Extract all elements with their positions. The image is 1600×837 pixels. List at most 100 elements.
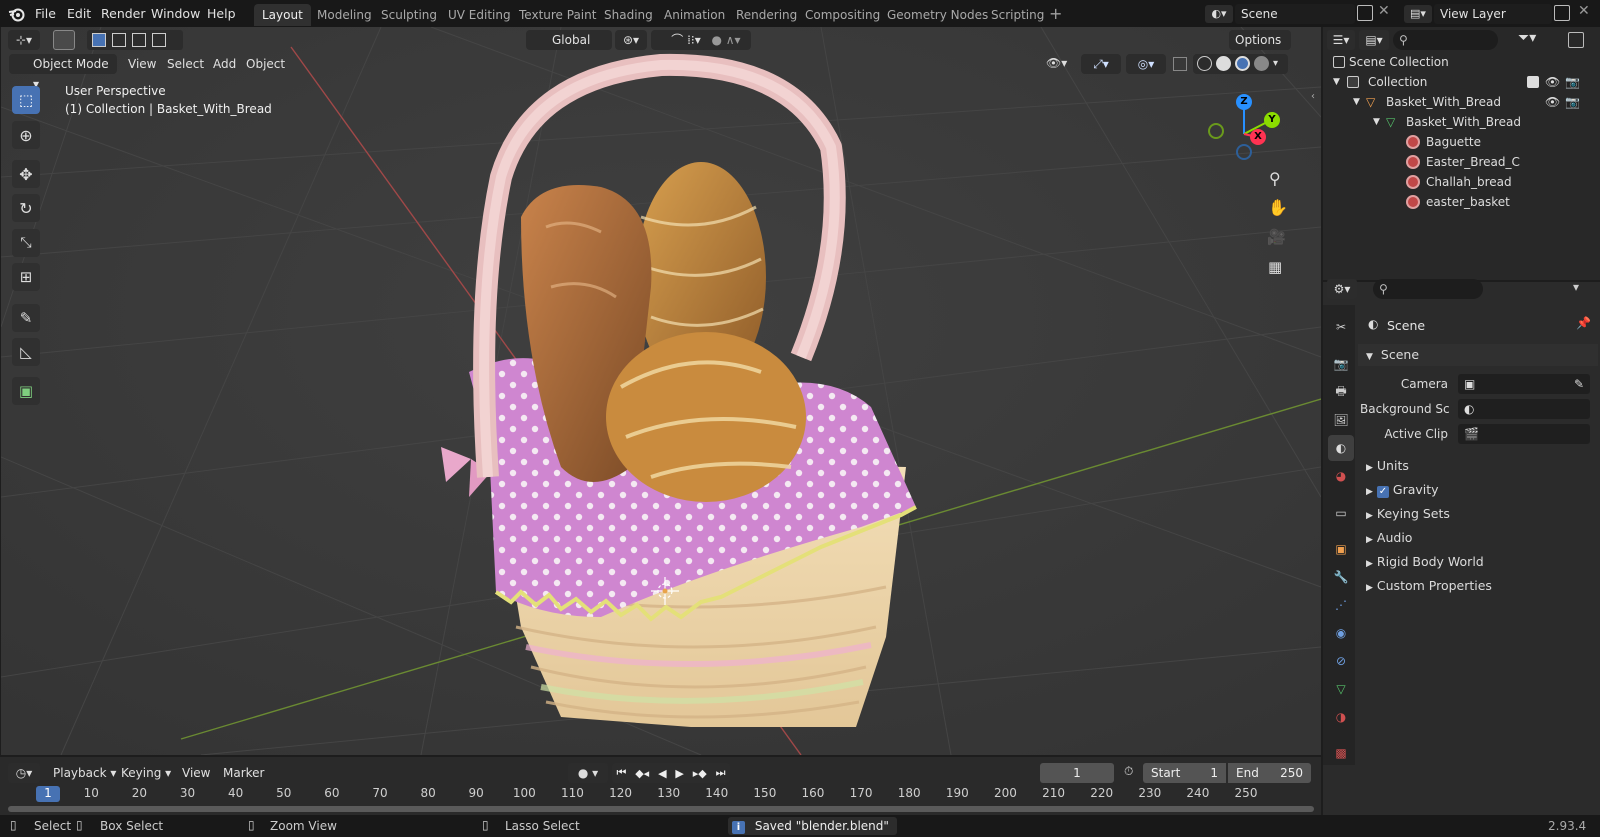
- solid-shading-icon[interactable]: [1216, 56, 1231, 71]
- perspective-toggle-icon[interactable]: ▦: [1268, 258, 1282, 276]
- outliner-row-mesh[interactable]: ▼ ▽ Basket_With_Bread: [1323, 112, 1600, 132]
- outliner-search-field[interactable]: ⚲: [1393, 30, 1498, 50]
- play-reverse-icon[interactable]: ◀: [658, 767, 666, 780]
- sidebar-toggle-icon[interactable]: ‹: [1311, 91, 1315, 102]
- zoom-icon[interactable]: ⚲: [1269, 169, 1281, 188]
- outliner-editor-type-icon[interactable]: ☰▾: [1327, 30, 1355, 50]
- scene-tab-icon[interactable]: ◐: [1328, 435, 1354, 461]
- pivot-point-icon[interactable]: ⊛▾: [615, 30, 647, 50]
- proportional-edit-icon[interactable]: ● ∧▾: [701, 30, 751, 50]
- tab-texture-paint[interactable]: Texture Paint: [511, 4, 604, 26]
- remove-scene-icon[interactable]: ✕: [1378, 3, 1390, 19]
- gravity-panel-header[interactable]: ▶ ✓ Gravity: [1358, 479, 1598, 501]
- outliner-row-collection[interactable]: ▼ Collection 👁 📷: [1323, 72, 1600, 92]
- outliner-row-object[interactable]: ▼ ▽ Basket_With_Bread 👁 📷: [1323, 92, 1600, 112]
- visibility-icon[interactable]: 👁▾: [1046, 56, 1067, 70]
- playback-controls[interactable]: ⏮ ◆◂ ◀ ▶ ▸◆ ⏭: [612, 763, 730, 783]
- physics-tab-icon[interactable]: ◉: [1328, 620, 1354, 646]
- timeline-marker-menu[interactable]: Marker: [218, 763, 269, 783]
- jump-end-icon[interactable]: ⏭: [716, 766, 726, 780]
- wireframe-shading-icon[interactable]: [1197, 56, 1212, 71]
- end-frame-field[interactable]: End 250: [1228, 763, 1311, 783]
- shading-options-icon[interactable]: ▾: [1273, 56, 1278, 72]
- eyedropper-icon[interactable]: ✎: [1574, 374, 1584, 394]
- transform-orientation-dropdown[interactable]: Global: [526, 30, 612, 50]
- view-layer-icon[interactable]: ▤▾: [1404, 5, 1432, 23]
- add-cube-tool[interactable]: ▣: [12, 377, 40, 405]
- render-tab-icon[interactable]: 📷: [1328, 351, 1354, 377]
- keying-sets-panel-header[interactable]: ▶ Keying Sets: [1358, 503, 1598, 525]
- prev-keyframe-icon[interactable]: ◆◂: [635, 767, 649, 780]
- filter-icon[interactable]: ⏷▾: [1518, 30, 1536, 46]
- select-new-icon[interactable]: [92, 33, 106, 47]
- menu-select[interactable]: Select: [162, 54, 209, 74]
- timeline-editor-type-icon[interactable]: ◷▾: [8, 763, 40, 783]
- particles-tab-icon[interactable]: ⋰: [1328, 592, 1354, 618]
- transform-tool[interactable]: ⊞: [12, 263, 40, 291]
- rotate-tool[interactable]: ↻: [12, 194, 40, 222]
- select-extend-icon[interactable]: [112, 33, 126, 47]
- eye-icon[interactable]: 👁: [1545, 92, 1560, 112]
- auto-keying-button[interactable]: ● ▾: [568, 763, 608, 783]
- remove-view-layer-icon[interactable]: ✕: [1578, 3, 1590, 19]
- timeline-view-menu[interactable]: View: [177, 763, 215, 783]
- menu-edit[interactable]: Edit: [62, 4, 96, 23]
- custom-properties-panel-header[interactable]: ▶ Custom Properties: [1358, 575, 1598, 597]
- view-layer-field[interactable]: View Layer: [1434, 4, 1552, 24]
- menu-add[interactable]: Add: [208, 54, 241, 74]
- blender-logo-icon[interactable]: [8, 5, 26, 23]
- outliner[interactable]: ☰▾ ▤▾ ⚲ ⏷▾ Scene Collection ▼ Collection…: [1323, 27, 1600, 280]
- gizmo-z-label[interactable]: Z: [1236, 94, 1252, 110]
- tab-scripting[interactable]: Scripting: [983, 4, 1052, 26]
- select-subtract-icon[interactable]: [132, 33, 146, 47]
- outliner-row-scene-collection[interactable]: Scene Collection: [1323, 52, 1600, 72]
- scene-selector-icon[interactable]: ◐▾: [1205, 5, 1233, 23]
- move-tool[interactable]: ✥: [12, 160, 40, 188]
- stopwatch-icon[interactable]: ⏱: [1124, 764, 1133, 779]
- timeline-playback-menu[interactable]: Playback ▾: [48, 763, 121, 783]
- select-invert-icon[interactable]: [152, 33, 166, 47]
- outliner-row-material[interactable]: Baguette: [1323, 132, 1600, 152]
- world-tab-icon[interactable]: ◕: [1328, 463, 1354, 489]
- selection-modes[interactable]: [87, 30, 183, 50]
- tab-uv-editing[interactable]: UV Editing: [440, 4, 519, 26]
- camera-render-icon[interactable]: 📷: [1565, 92, 1580, 112]
- camera-view-icon[interactable]: 🎥: [1267, 228, 1286, 246]
- scale-tool[interactable]: ⤡: [12, 229, 40, 257]
- outliner-row-material[interactable]: Easter_Bread_C: [1323, 152, 1600, 172]
- gizmo-y-label[interactable]: Y: [1264, 112, 1280, 128]
- expand-arrow-icon[interactable]: ▼: [1333, 72, 1340, 92]
- next-keyframe-icon[interactable]: ▸◆: [693, 767, 707, 780]
- tab-shading[interactable]: Shading: [596, 4, 661, 26]
- active-clip-field[interactable]: 🎬: [1458, 424, 1590, 444]
- camera-render-icon[interactable]: 📷: [1565, 72, 1580, 92]
- jump-start-icon[interactable]: ⏮: [616, 766, 626, 780]
- start-frame-field[interactable]: Start 1: [1143, 763, 1226, 783]
- annotate-tool[interactable]: ✎: [12, 304, 40, 332]
- expand-arrow-icon[interactable]: ▼: [1353, 92, 1360, 112]
- scene-panel-header[interactable]: ▼ Scene: [1358, 344, 1598, 366]
- navigation-gizmo[interactable]: Z Y X: [1201, 87, 1291, 167]
- tab-layout[interactable]: Layout: [254, 4, 311, 26]
- collection-tab-icon[interactable]: ▭: [1328, 500, 1354, 526]
- editor-type-button[interactable]: ⊹▾: [8, 30, 40, 50]
- object-mode-dropdown[interactable]: Object Mode ▾: [9, 54, 117, 91]
- data-tab-icon[interactable]: ▽: [1328, 676, 1354, 702]
- camera-field[interactable]: ▣ ✎: [1458, 374, 1590, 394]
- exclude-checkbox-icon[interactable]: [1527, 76, 1539, 88]
- material-shading-icon[interactable]: [1235, 56, 1250, 71]
- gravity-checkbox[interactable]: ✓: [1376, 486, 1389, 498]
- properties-search-field[interactable]: ⚲: [1373, 279, 1483, 299]
- tab-sculpting[interactable]: Sculpting: [373, 4, 445, 26]
- properties-editor-type-icon[interactable]: ⚙▾: [1327, 279, 1357, 299]
- new-view-layer-icon[interactable]: [1554, 5, 1570, 21]
- tab-animation[interactable]: Animation: [656, 4, 733, 26]
- menu-render[interactable]: Render: [96, 4, 151, 23]
- menu-help[interactable]: Help: [202, 4, 241, 23]
- tab-rendering[interactable]: Rendering: [728, 4, 805, 26]
- audio-panel-header[interactable]: ▶ Audio: [1358, 527, 1598, 549]
- 3d-viewport[interactable]: ⊹▾ Global ⊛▾ ⌒ ⁞⁝▾ ● ∧▾ Options ▾ Object…: [1, 27, 1321, 755]
- rendered-shading-icon[interactable]: [1254, 56, 1269, 71]
- options-dropdown[interactable]: Options ▾: [1229, 30, 1291, 67]
- properties-options-icon[interactable]: ▾: [1573, 280, 1579, 294]
